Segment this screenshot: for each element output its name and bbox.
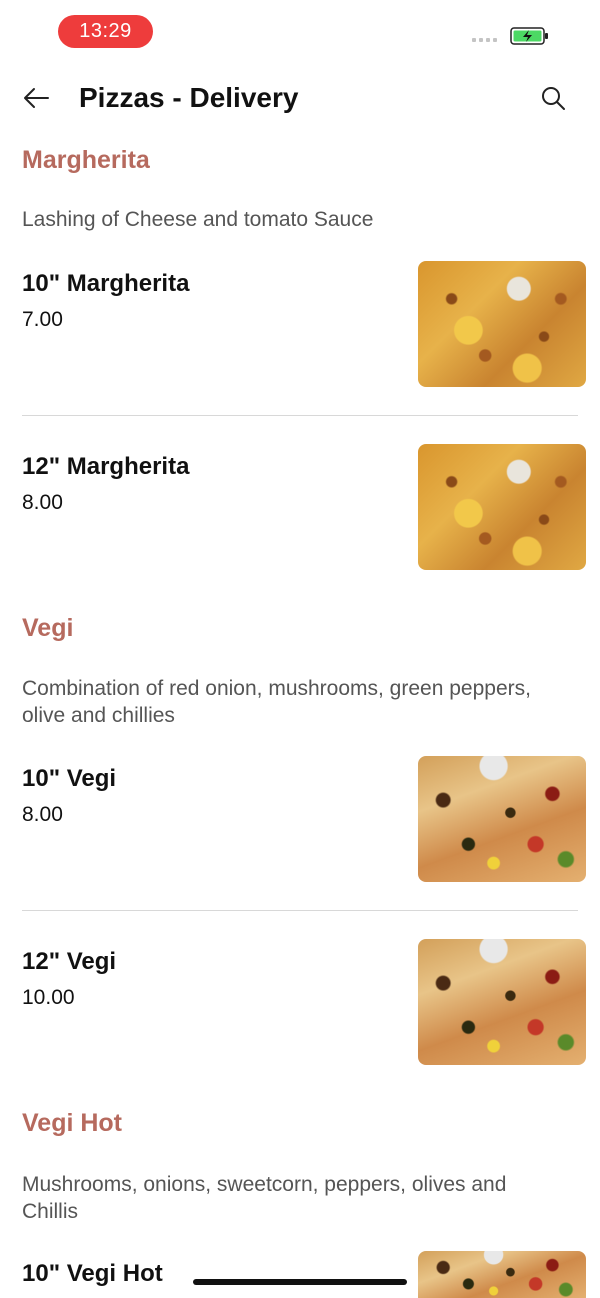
status-time: 13:29 <box>58 15 153 48</box>
app-header: Pizzas - Delivery <box>0 64 600 130</box>
status-bar: 13:29 <box>0 0 600 64</box>
section-description: Mushrooms, onions, sweetcorn, peppers, o… <box>22 1173 507 1223</box>
item-image <box>418 756 586 882</box>
section-description: Combination of red onion, mushrooms, gre… <box>22 677 531 727</box>
arrow-left-icon <box>24 88 49 108</box>
item-price: 7.00 <box>22 308 63 331</box>
item-name: 12" Margherita <box>22 453 190 480</box>
item-name: 12" Vegi <box>22 948 117 975</box>
item-image <box>418 939 586 1065</box>
signal-icon <box>472 38 497 42</box>
home-indicator <box>193 1279 407 1285</box>
item-image <box>418 444 586 570</box>
item-price: 8.00 <box>22 491 63 514</box>
section-title-vegi: Vegi <box>22 614 74 642</box>
item-image <box>418 1251 586 1298</box>
section-title-margherita: Margherita <box>22 146 150 174</box>
item-name: 10" Vegi Hot <box>22 1260 163 1287</box>
item-price: 10.00 <box>22 986 75 1009</box>
search-button[interactable] <box>530 78 576 118</box>
section-description: Lashing of Cheese and tomato Sauce <box>22 208 374 231</box>
section-title-vegi-hot: Vegi Hot <box>22 1109 123 1137</box>
item-image <box>418 261 586 387</box>
battery-charging-icon <box>510 27 548 45</box>
item-price: 8.00 <box>22 803 63 826</box>
item-name: 10" Vegi <box>22 765 117 792</box>
divider <box>22 910 578 911</box>
item-name: 10" Margherita <box>22 270 190 297</box>
back-button[interactable] <box>14 78 58 118</box>
search-icon <box>542 87 565 110</box>
page-title: Pizzas - Delivery <box>79 82 299 113</box>
divider <box>22 415 578 416</box>
